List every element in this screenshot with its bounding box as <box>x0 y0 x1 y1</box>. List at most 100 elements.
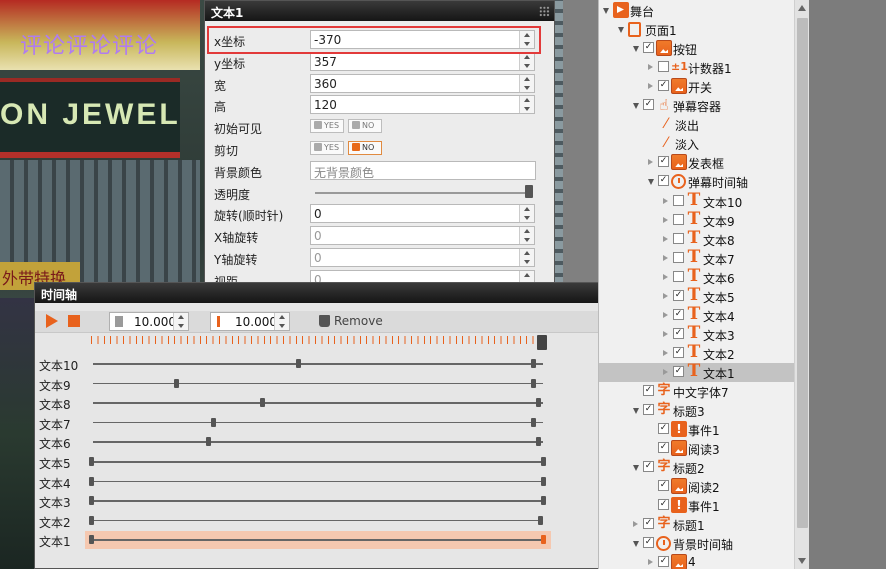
collapsed-arrow-icon[interactable] <box>648 64 653 71</box>
visibility-checkbox[interactable] <box>673 232 684 244</box>
expanded-arrow-icon[interactable] <box>618 27 624 34</box>
keyframe-handle[interactable] <box>531 359 537 368</box>
collapsed-arrow-icon[interactable] <box>663 235 668 242</box>
timeline-track[interactable]: 文本7 <box>35 413 628 433</box>
visibility-checkbox[interactable]: ✓ <box>643 99 654 111</box>
tree-node[interactable]: ✓ 按钮 <box>599 39 795 58</box>
collapsed-arrow-icon[interactable] <box>663 197 668 204</box>
collapsed-arrow-icon[interactable] <box>663 292 668 299</box>
collapsed-arrow-icon[interactable] <box>648 559 653 566</box>
keyframe-handle[interactable] <box>206 437 212 447</box>
collapsed-arrow-icon[interactable] <box>648 83 653 90</box>
property-number-input[interactable]: 360 <box>310 73 535 93</box>
start-time-input[interactable]: 10.000 s <box>109 312 189 331</box>
stop-icon[interactable] <box>68 315 80 327</box>
collapsed-arrow-icon[interactable] <box>648 159 653 166</box>
expanded-arrow-icon[interactable] <box>633 541 639 548</box>
tree-node[interactable]: 页面1 <box>599 20 795 39</box>
expanded-arrow-icon[interactable] <box>603 8 609 14</box>
timeline-track[interactable]: 文本4 <box>35 472 628 492</box>
timeline-track[interactable]: 文本3 <box>35 491 628 511</box>
spinner-icon[interactable] <box>519 31 534 48</box>
spinner-icon[interactable] <box>519 227 534 245</box>
keyframe-handle[interactable] <box>296 359 302 368</box>
keyframe-handle[interactable] <box>531 417 537 427</box>
keyframe-handle[interactable] <box>538 515 544 525</box>
tree-node[interactable]: ✓ T 文本1 <box>599 362 795 382</box>
collapsed-arrow-icon[interactable] <box>663 311 668 318</box>
timeline-track[interactable]: 文本1 <box>35 530 628 550</box>
timeline-track[interactable]: 文本2 <box>35 511 628 531</box>
visibility-checkbox[interactable] <box>658 61 669 73</box>
visibility-checkbox[interactable]: ✓ <box>673 327 684 339</box>
visibility-checkbox[interactable]: ✓ <box>643 404 654 416</box>
visibility-checkbox[interactable]: ✓ <box>643 42 654 54</box>
tree-node[interactable]: ✓! 事件1 <box>599 420 795 439</box>
scroll-thumb[interactable] <box>797 18 808 528</box>
properties-panel-title[interactable]: 文本1 <box>205 1 554 21</box>
keyframe-handle[interactable] <box>88 535 94 545</box>
keyframe-handle[interactable] <box>531 378 537 388</box>
tree-node[interactable]: ⁄ 淡出 <box>599 115 795 134</box>
visibility-checkbox[interactable]: ✓ <box>643 385 654 396</box>
collapsed-arrow-icon[interactable] <box>663 273 668 280</box>
visibility-checkbox[interactable]: ✓ <box>643 537 654 549</box>
toggle-yes-button[interactable]: YES <box>310 140 344 155</box>
tree-node[interactable]: ✓ 背景时间轴 <box>599 534 795 553</box>
visibility-checkbox[interactable]: ✓ <box>658 175 669 187</box>
scroll-down-icon[interactable] <box>798 558 806 564</box>
property-number-input[interactable]: 0 <box>310 226 535 246</box>
visibility-checkbox[interactable]: ✓ <box>673 308 684 320</box>
collapsed-arrow-icon[interactable] <box>663 349 668 356</box>
toggle-no-button[interactable]: NO <box>348 119 382 134</box>
opacity-slider-thumb[interactable] <box>525 184 533 198</box>
tree-node[interactable]: ⁄ 淡入 <box>599 134 795 153</box>
keyframe-handle[interactable] <box>174 378 180 388</box>
visibility-checkbox[interactable]: ✓ <box>658 80 669 92</box>
timeline-track[interactable]: 文本5 <box>35 452 628 472</box>
timeline-track[interactable]: 文本8 <box>35 393 628 413</box>
keyframe-handle[interactable] <box>88 496 94 506</box>
remove-button[interactable]: Remove <box>319 314 383 328</box>
tree-node[interactable]: ✓ 4 <box>599 553 795 569</box>
timeline-track[interactable]: 文本9 <box>35 374 628 394</box>
keyframe-handle[interactable] <box>210 417 216 427</box>
visibility-checkbox[interactable]: ✓ <box>673 289 684 301</box>
spinner-icon[interactable] <box>519 52 534 70</box>
visibility-checkbox[interactable]: ✓ <box>658 156 669 168</box>
tree-node[interactable]: T 文本7 <box>599 248 795 268</box>
visibility-checkbox[interactable]: ✓ <box>658 423 669 435</box>
visibility-checkbox[interactable]: ✓ <box>658 480 669 492</box>
scroll-up-icon[interactable] <box>798 5 806 11</box>
property-number-input[interactable]: 0 <box>310 247 535 267</box>
property-number-input[interactable]: 357 <box>310 51 535 71</box>
expanded-arrow-icon[interactable] <box>633 465 639 472</box>
tree-node[interactable]: ✓ 发表框 <box>599 153 795 172</box>
tree-node[interactable]: 舞台 <box>599 1 795 20</box>
collapsed-arrow-icon[interactable] <box>663 368 668 375</box>
tree-node[interactable]: T 文本10 <box>599 191 795 211</box>
keyframe-handle[interactable] <box>260 398 266 408</box>
keyframe-handle[interactable] <box>88 457 94 466</box>
tree-node[interactable]: ✓ 字标题2 <box>599 458 795 477</box>
keyframe-handle[interactable] <box>540 457 546 466</box>
timeline-track[interactable]: 文本6 <box>35 432 628 452</box>
collapsed-arrow-icon[interactable] <box>663 330 668 337</box>
toggle-no-button[interactable]: NO <box>348 140 382 155</box>
tree-node[interactable]: ✓ 字标题1 <box>599 515 795 534</box>
collapsed-arrow-icon[interactable] <box>663 254 668 261</box>
expanded-arrow-icon[interactable] <box>648 179 654 186</box>
keyframe-handle[interactable] <box>535 437 541 447</box>
keyframe-handle[interactable] <box>540 496 546 506</box>
tree-node[interactable]: ✓ T 文本4 <box>599 305 795 325</box>
visibility-checkbox[interactable] <box>673 213 684 225</box>
stage-watermark-text[interactable]: 评论评论评论 <box>20 28 158 60</box>
visibility-checkbox[interactable] <box>673 251 684 263</box>
property-number-input[interactable]: 0 <box>310 204 535 224</box>
tree-node[interactable]: T 文本8 <box>599 229 795 249</box>
panel-grip-icon[interactable] <box>539 6 550 17</box>
tree-node[interactable]: T 文本6 <box>599 267 795 287</box>
tree-node[interactable]: ✓ ☝ 弹幕容器 <box>599 96 795 115</box>
timeline-track[interactable]: 文本10 <box>35 354 628 374</box>
tree-node[interactable]: T 文本9 <box>599 210 795 230</box>
